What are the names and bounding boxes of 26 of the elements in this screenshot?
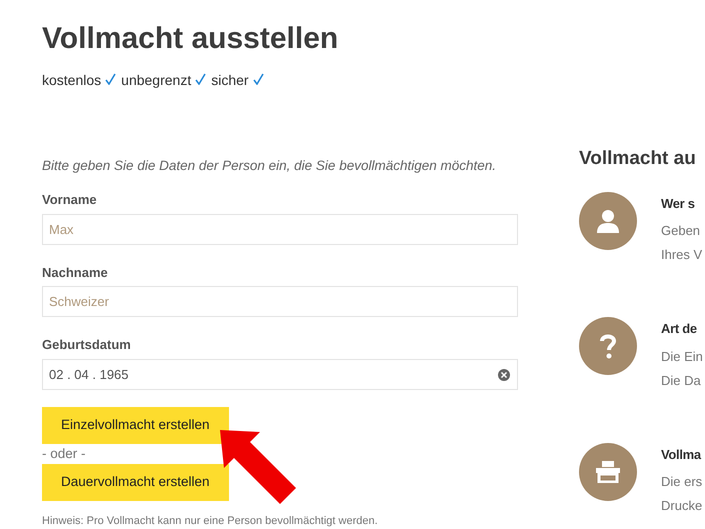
step-text: Die Da bbox=[661, 372, 701, 390]
step-title: Wer s bbox=[661, 194, 695, 212]
panel-title: Vollmacht au bbox=[579, 147, 696, 171]
create-button[interactable]: Dauervollmacht erstellen bbox=[42, 464, 229, 501]
feature-label: unbegrenzt bbox=[121, 71, 192, 90]
page-title: Vollmacht ausstellen bbox=[42, 21, 338, 57]
field-label: Vorname bbox=[42, 191, 97, 210]
step-text: Drucke bbox=[661, 497, 702, 515]
create-button[interactable]: Einzelvollmacht erstellen bbox=[42, 406, 229, 444]
separator-text: - oder - bbox=[42, 444, 86, 463]
field-label: Geburtsdatum bbox=[42, 336, 131, 354]
intro-text: Bitte geben Sie die Daten der Person ein, die Sie bevollmächtigen möchten. bbox=[42, 157, 496, 175]
step-title: Vollma bbox=[661, 446, 701, 464]
feature-label: kostenlos bbox=[42, 71, 102, 90]
step-text: Geben bbox=[661, 222, 700, 240]
note-text: Hinweis: Pro Vollmacht kann nur eine Person bevollmächtigt werden. bbox=[42, 514, 378, 529]
clear-icon[interactable] bbox=[498, 368, 510, 381]
feature-label: sicher bbox=[211, 71, 249, 90]
step-text: Ihres V bbox=[661, 246, 702, 264]
field-label: Nachname bbox=[42, 264, 108, 282]
date-field[interactable]: 02 . 04 . 1965 bbox=[42, 358, 518, 390]
step-title: Art de bbox=[661, 320, 697, 338]
step-text: Die Ein bbox=[661, 348, 703, 366]
input-field[interactable]: Max bbox=[42, 214, 518, 245]
input-field[interactable]: Schweizer bbox=[42, 286, 518, 318]
step-text: Die ers bbox=[661, 473, 702, 491]
